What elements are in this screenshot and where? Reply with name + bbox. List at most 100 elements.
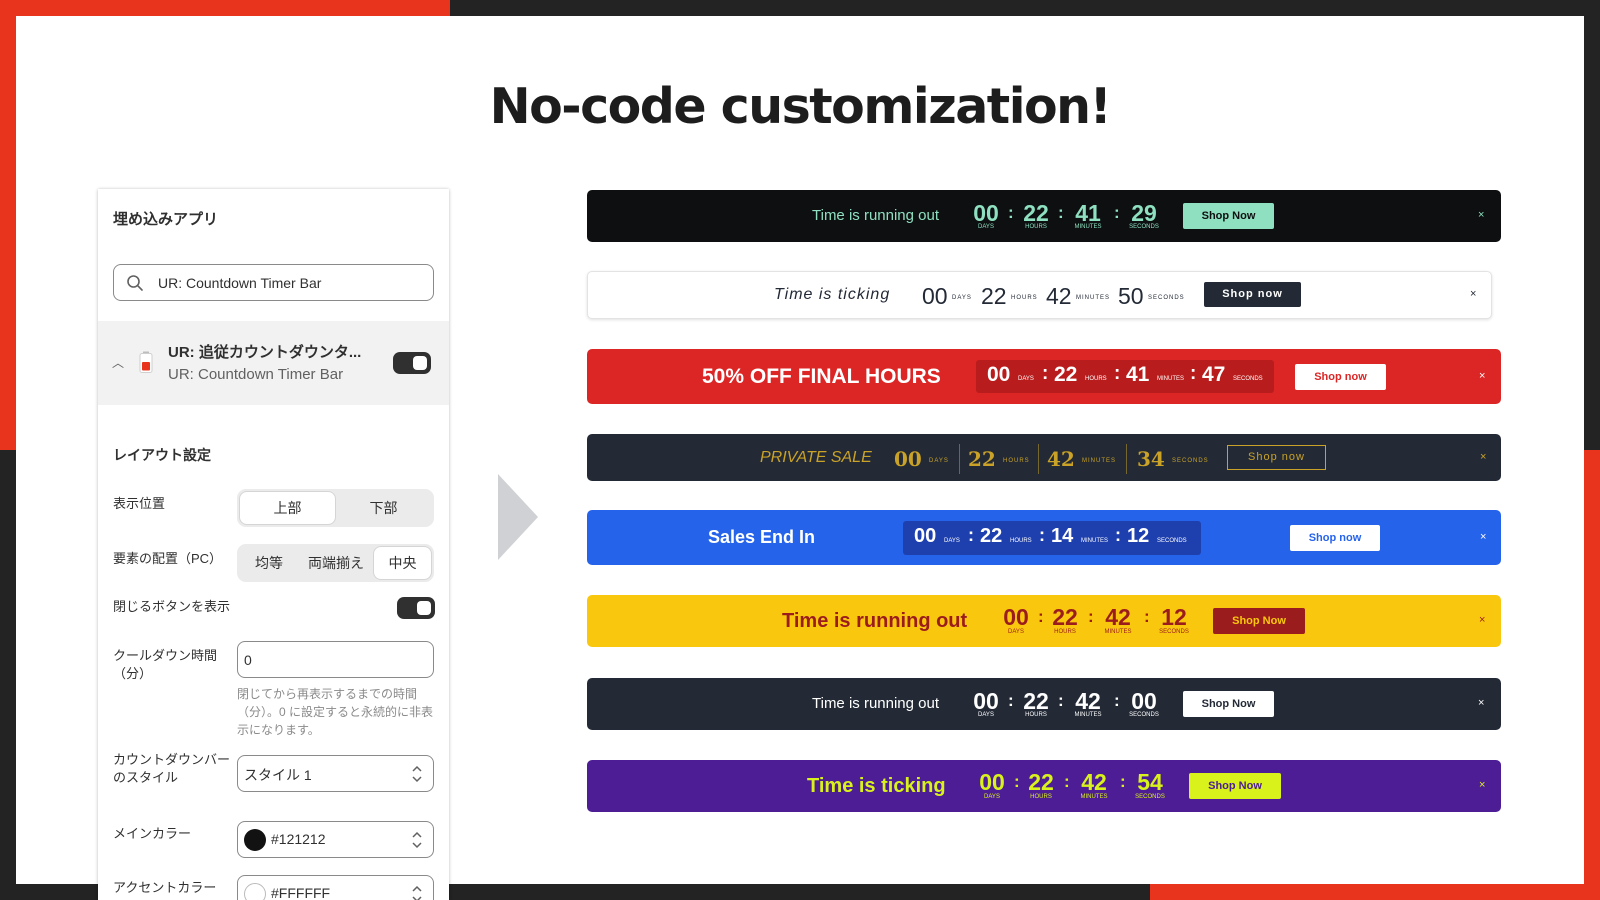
countdown-minutes: 42 [1105,604,1131,630]
close-button-toggle[interactable] [397,597,435,619]
alignment-option-even[interactable]: 均等 [240,547,298,579]
countdown-hours: 22 [968,447,996,471]
countdown-bar-5: Sales End In 00 DAYS : 22 HOURS : 14 MIN… [587,510,1501,565]
close-icon[interactable]: × [1480,451,1486,463]
close-icon[interactable]: × [1479,779,1485,791]
cooldown-field[interactable] [237,641,434,678]
countdown-seconds: 00 [1131,688,1157,714]
panel-title: 埋め込みアプリ [113,211,219,228]
unit-minutes: MINUTES [1074,224,1102,230]
countdown-minutes: 42 [1075,688,1101,714]
unit-days: DAYS [978,224,994,230]
chevron-up-icon[interactable]: ︿ [112,354,124,371]
battery-timer-icon [139,351,153,373]
unit-days: DAYS [1008,629,1024,635]
accent-color-swatch [244,883,266,900]
shop-now-button[interactable]: Shop now [1290,525,1380,551]
bar-message: Time is running out [812,207,940,224]
position-option-bottom[interactable]: 下部 [336,492,431,524]
unit-minutes: MINUTES [1082,458,1116,464]
close-icon[interactable]: × [1478,697,1484,709]
unit-seconds: SECONDS [1159,629,1189,635]
shop-now-button[interactable]: Shop Now [1189,773,1281,799]
countdown-seconds: 12 [1161,604,1187,630]
unit-minutes: MINUTES [1080,794,1108,800]
alignment-option-center[interactable]: 中央 [374,547,431,579]
select-chevron-icon [412,885,422,900]
layout-settings-heading: レイアウト設定 [113,447,211,463]
main-color-select[interactable]: #121212 [237,821,434,858]
position-label: 表示位置 [113,496,166,511]
shop-now-button[interactable]: Shop Now [1213,608,1305,634]
separator: : [1144,607,1150,626]
unit-days: DAYS [1018,376,1034,382]
bar-style-label: カウントダウンバーのスタイル [113,752,231,785]
unit-days: DAYS [952,295,972,301]
countdown-bar-6: Time is running out 00 DAYS : 22 HOURS :… [587,595,1501,647]
alignment-option-justify[interactable]: 両端揃え [299,547,373,579]
unit-seconds: SECONDS [1135,794,1165,800]
app-embed-row[interactable]: ︿ UR: 追従カウントダウンタ... UR: Countdown Timer … [98,321,449,405]
divider [1126,444,1127,474]
close-icon[interactable]: × [1470,288,1476,300]
select-chevron-icon [412,765,422,783]
unit-hours: HOURS [1010,538,1032,544]
separator: : [1058,203,1064,222]
cooldown-label: クールダウン時間（分） [113,648,218,681]
bar-style-select[interactable]: スタイル 1 [237,755,434,792]
countdown-minutes: 42 [1047,447,1075,471]
close-button-label: 閉じるボタンを表示 [113,599,231,614]
shop-now-button[interactable]: Shop Now [1183,691,1274,717]
close-icon[interactable]: × [1478,209,1484,221]
close-icon[interactable]: × [1479,370,1485,382]
separator: : [1039,525,1045,545]
separator: : [1042,363,1049,384]
alignment-segmented-control: 均等 両端揃え 中央 [237,544,434,582]
countdown-hours: 22 [1023,200,1049,226]
unit-days: DAYS [944,538,960,544]
countdown-hours: 22 [1054,363,1078,386]
unit-hours: HOURS [1025,224,1047,230]
accent-color-label: アクセントカラー [113,880,217,895]
shop-now-button[interactable]: Shop now [1227,445,1326,470]
unit-minutes: MINUTES [1076,295,1110,301]
countdown-hours: 22 [980,525,1003,547]
shop-now-button[interactable]: Shop Now [1183,203,1274,229]
shop-now-button[interactable]: Shop now [1204,282,1301,307]
countdown-seconds: 34 [1137,447,1165,471]
search-input[interactable] [158,265,418,300]
separator: : [1008,203,1014,222]
separator: : [1114,691,1120,710]
toggle-knob [413,356,427,370]
countdown-hours: 22 [981,283,1007,309]
accent-color-select[interactable]: #FFFFFF [237,875,434,900]
unit-seconds: SECONDS [1148,295,1185,301]
separator: : [1038,607,1044,626]
unit-minutes: MINUTES [1081,538,1108,544]
app-enable-toggle[interactable] [393,352,431,374]
unit-days: DAYS [978,712,994,718]
separator: : [1064,772,1070,791]
separator: : [1058,691,1064,710]
bar-message: Time is ticking [807,775,946,797]
search-field[interactable] [113,264,434,301]
separator: : [1088,607,1094,626]
separator: : [1014,772,1020,791]
close-icon[interactable]: × [1480,531,1486,543]
cooldown-input[interactable] [244,642,424,677]
countdown-days: 00 [973,688,999,714]
divider [1038,444,1039,474]
unit-seconds: SECONDS [1129,224,1159,230]
toggle-knob [417,601,431,615]
settings-panel: 埋め込みアプリ ︿ UR: 追従カウントダウンタ... UR: Countdow… [98,189,449,900]
bar-message: 50% OFF FINAL HOURS [702,365,941,388]
countdown-minutes: 41 [1126,363,1150,386]
select-chevron-icon [412,831,422,849]
unit-days: DAYS [984,794,1000,800]
alignment-label: 要素の配置（PC） [113,551,223,566]
close-icon[interactable]: × [1479,614,1485,626]
shop-now-button[interactable]: Shop now [1295,364,1386,390]
unit-hours: HOURS [1085,376,1107,382]
position-option-top[interactable]: 上部 [240,492,335,524]
unit-minutes: MINUTES [1157,376,1184,382]
